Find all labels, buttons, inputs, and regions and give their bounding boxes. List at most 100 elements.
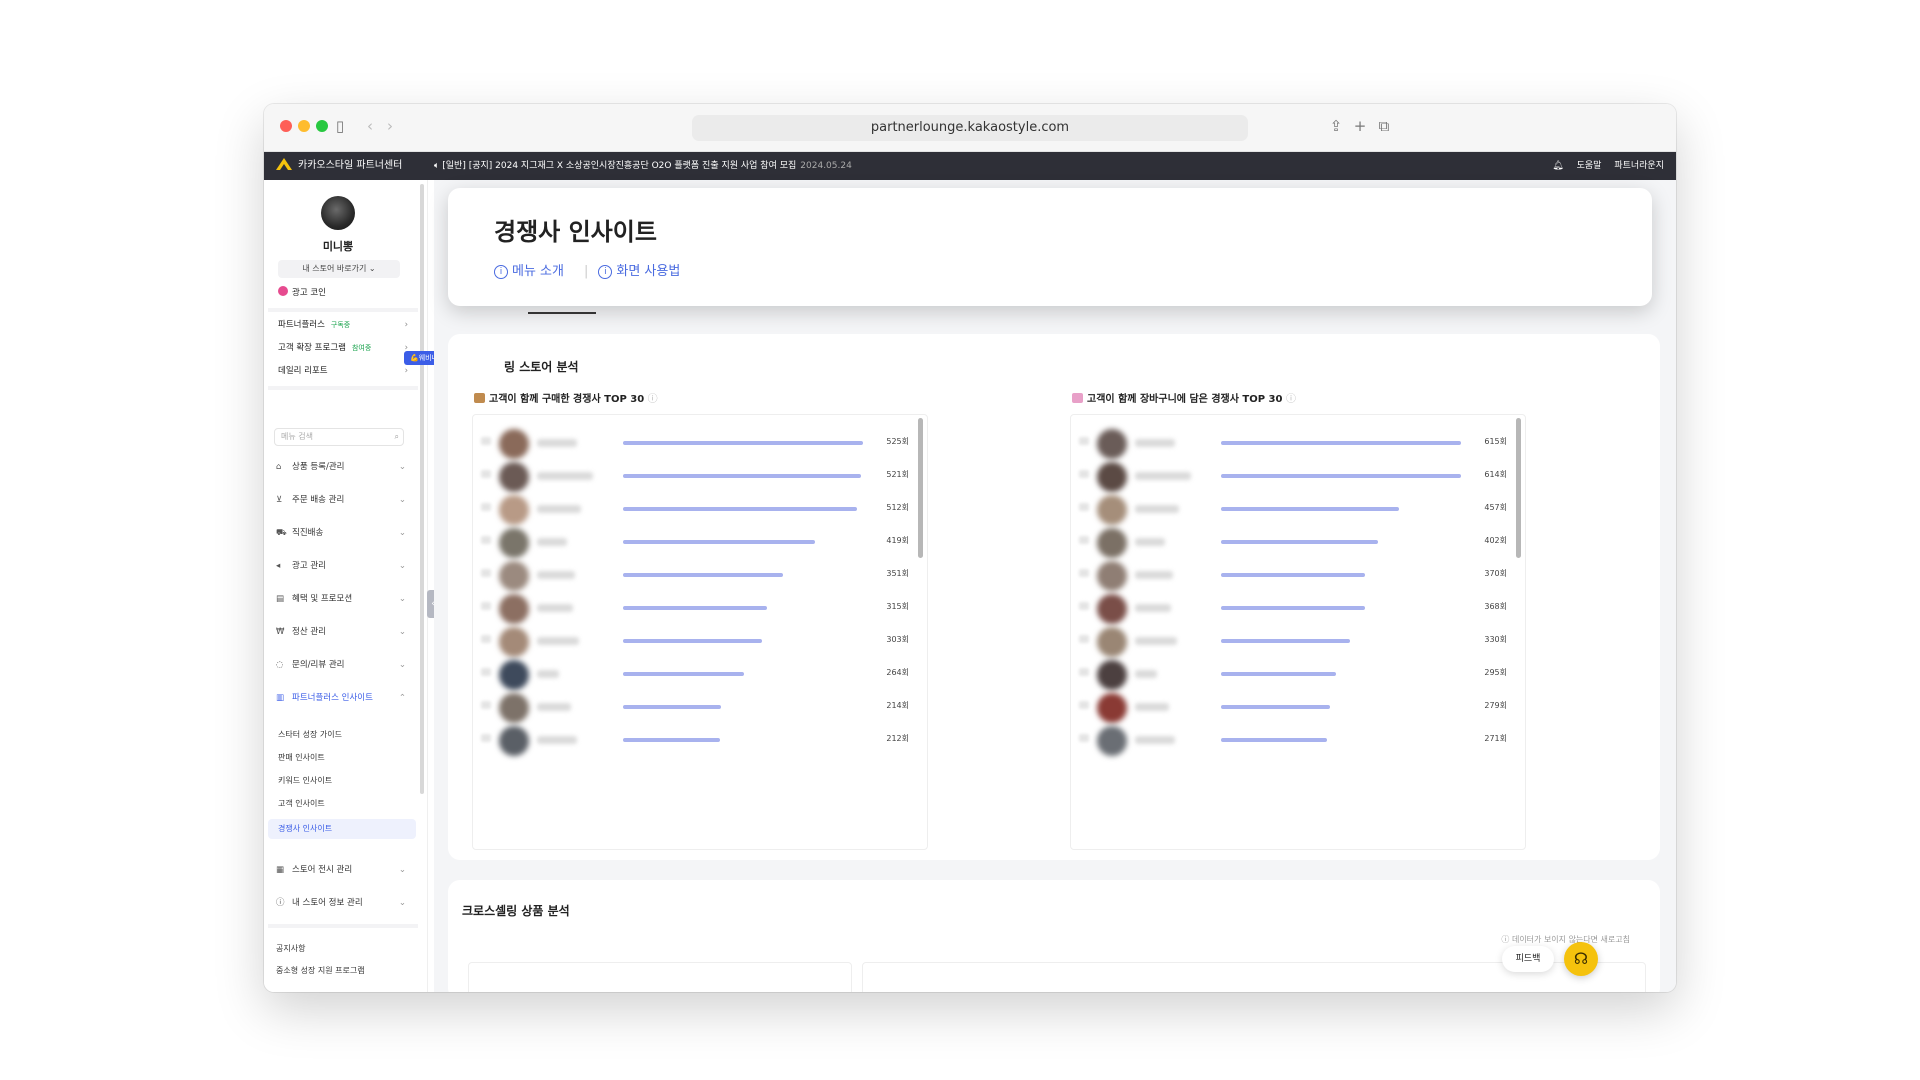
notice-banner[interactable]: 🔈︎ [일반] [공지] 2024 지그재그 X 소상공인시장진흥공단 O2O …: [434, 159, 852, 173]
sidebar-scrollbar[interactable]: [420, 184, 424, 794]
topnav-right: 🔔︎ 도움말 파트너라운지: [1542, 159, 1664, 173]
info-icon: i: [598, 265, 613, 279]
store-thumbnail: [1097, 495, 1127, 525]
count-bar: [623, 705, 721, 709]
tabs-overview-icon[interactable]: ⧉: [1374, 116, 1394, 136]
chat-icon: ◌: [276, 660, 284, 670]
brand[interactable]: 카카오스타일 파트너센터: [276, 158, 402, 174]
menu-order-delivery[interactable]: ⊻ 주문 배송 관리 ⌄: [276, 491, 406, 509]
chevron-down-icon: ⌄: [398, 660, 406, 670]
menu-store-info[interactable]: ⓘ 내 스토어 정보 관리 ⌄: [276, 894, 406, 912]
avatar[interactable]: [321, 196, 355, 230]
maximize-window-button[interactable]: [316, 120, 328, 132]
count-label: 419회: [886, 536, 909, 545]
menu-product-management[interactable]: ⌂ 상품 등록/관리 ⌄: [276, 458, 406, 476]
program-item-partnerplus[interactable]: 파트너플러스 구독중 ›: [278, 317, 408, 333]
store-thumbnail: [499, 726, 529, 756]
cart-competitor-list[interactable]: 615회 614회 457회 402회 370회 368회 330회 295회 279회 271회: [1070, 414, 1526, 850]
share-icon[interactable]: ⇪: [1326, 116, 1346, 136]
submenu-sales-insight[interactable]: 판매 인사이트: [278, 750, 408, 766]
cart-panel-title: 고객이 함께 장바구니에 담은 경쟁사 TOP 30 ⓘ: [1072, 390, 1296, 405]
cart-list-scrollbar[interactable]: [1516, 418, 1521, 558]
help-icon[interactable]: ⓘ: [1286, 394, 1296, 405]
chart-icon: ▥: [276, 693, 285, 703]
menu-partnerplus-insight[interactable]: ▥ 파트너플러스 인사이트 ⌃: [276, 689, 406, 707]
menu-intro-link[interactable]: i 메뉴 소개: [494, 264, 574, 279]
basket-icon: [1072, 393, 1083, 403]
store-name-blurred: [537, 637, 579, 645]
screen-usage-label: 화면 사용법: [616, 264, 681, 279]
partner-lounge-link[interactable]: 파트너라운지: [1614, 161, 1664, 171]
new-tab-icon[interactable]: +: [1350, 116, 1370, 136]
menu-inquiry-review[interactable]: ◌ 문의/리뷰 관리 ⌄: [276, 656, 406, 674]
purchase-competitor-list[interactable]: 525회 521회 512회 419회 351회 315회 303회 264회 214회 212회: [472, 414, 928, 850]
submenu-competitor-insight[interactable]: 경쟁사 인사이트: [268, 819, 416, 839]
program-item-customer-expansion[interactable]: 고객 확장 프로그램 참여중 ›: [278, 340, 408, 356]
cross-product-title: 크로스셀링 상품 분석: [462, 904, 570, 918]
store-name-blurred: [537, 670, 559, 678]
submenu-keyword-insight[interactable]: 키워드 인사이트: [278, 773, 408, 789]
menu-direct-delivery[interactable]: ⛟ 직진배송 ⌄: [276, 524, 406, 542]
menu-store-display[interactable]: ▦ 스토어 전시 관리 ⌄: [276, 861, 406, 879]
submenu-starter-guide[interactable]: 스타터 성장 가이드: [278, 727, 408, 743]
forward-icon[interactable]: ›: [380, 116, 400, 136]
search-icon: ⌕: [394, 432, 399, 441]
link-divider: |: [583, 264, 589, 279]
store-name-blurred: [537, 703, 571, 711]
rank-number: [481, 635, 491, 643]
competitor-row[interactable]: 271회: [1071, 720, 1525, 760]
refresh-hint[interactable]: ⓘ 데이터가 보이지 않는다면 새로고침: [1501, 934, 1630, 945]
store-name-blurred: [1135, 571, 1173, 579]
store-name-blurred: [537, 736, 577, 744]
menu-search-input[interactable]: 메뉴 검색 ⌕: [274, 428, 404, 446]
help-icon[interactable]: ⓘ: [648, 394, 658, 405]
ad-coin-link[interactable]: 광고 코인: [278, 286, 326, 300]
footer-link-notice[interactable]: 공지사항: [276, 942, 305, 956]
store-thumbnail: [499, 693, 529, 723]
program-item-daily-report[interactable]: 데일리 리포트 ›: [278, 363, 408, 379]
menu-ad-management[interactable]: ◂ 광고 관리 ⌄: [276, 557, 406, 575]
count-label: 457회: [1484, 503, 1507, 512]
rank-number: [1079, 734, 1089, 742]
footer-link-growth-program[interactable]: 중소형 성장 지원 프로그램: [276, 964, 365, 978]
cart-panel-title-text: 고객이 함께 장바구니에 담은 경쟁사 TOP 30: [1087, 394, 1283, 405]
divider: [268, 386, 418, 390]
help-link[interactable]: 도움말: [1577, 161, 1602, 171]
program-label: 고객 확장 프로그램: [278, 343, 346, 353]
store-thumbnail: [499, 429, 529, 459]
browser-titlebar: ▯ ‹ › partnerlounge.kakaostyle.com ⇪ + ⧉: [264, 104, 1676, 152]
rank-number: [481, 470, 491, 478]
bell-icon[interactable]: 🔔︎: [1552, 161, 1563, 171]
rank-number: [1079, 635, 1089, 643]
feedback-button[interactable]: 피드백: [1502, 946, 1554, 972]
minimize-window-button[interactable]: [298, 120, 310, 132]
store-thumbnail: [1097, 693, 1127, 723]
competitor-row[interactable]: 212회: [473, 720, 927, 760]
store-name-blurred: [1135, 538, 1165, 546]
menu-benefits-promotions[interactable]: ▤ 혜택 및 프로모션 ⌄: [276, 590, 406, 608]
back-icon[interactable]: ‹: [360, 116, 380, 136]
chevron-down-icon: ⌄: [398, 627, 406, 637]
store-name-blurred: [1135, 505, 1179, 513]
screen-usage-link[interactable]: i 화면 사용법: [598, 264, 690, 279]
store-switch-button[interactable]: 내 스토어 바로가기 ⌄: [278, 260, 400, 278]
count-bar: [623, 540, 815, 544]
rank-number: [1079, 470, 1089, 478]
support-chat-button[interactable]: ☊: [1564, 942, 1598, 976]
sidebar-toggle-icon[interactable]: ▯: [330, 116, 350, 136]
submenu-customer-insight[interactable]: 고객 인사이트: [278, 796, 408, 812]
count-label: 614회: [1484, 470, 1507, 479]
menu-settlement[interactable]: ₩ 정산 관리 ⌄: [276, 623, 406, 641]
menu-label: 혜택 및 프로모션: [292, 594, 353, 604]
store-thumbnail: [1097, 660, 1127, 690]
close-window-button[interactable]: [280, 120, 292, 132]
store-name-blurred: [1135, 703, 1169, 711]
address-bar[interactable]: partnerlounge.kakaostyle.com: [692, 115, 1248, 141]
store-name-blurred: [537, 571, 575, 579]
store-name-blurred: [1135, 736, 1175, 744]
purchase-list-scrollbar[interactable]: [918, 418, 923, 558]
notice-text: [일반] [공지] 2024 지그재그 X 소상공인시장진흥공단 O2O 플랫폼…: [442, 161, 797, 171]
rank-number: [481, 437, 491, 445]
main-content: 경쟁사 인사이트 i 메뉴 소개 | i 화면 사용법 링 스토어 분석 고객이 함께 …: [434, 180, 1676, 992]
store-thumbnail: [499, 594, 529, 624]
